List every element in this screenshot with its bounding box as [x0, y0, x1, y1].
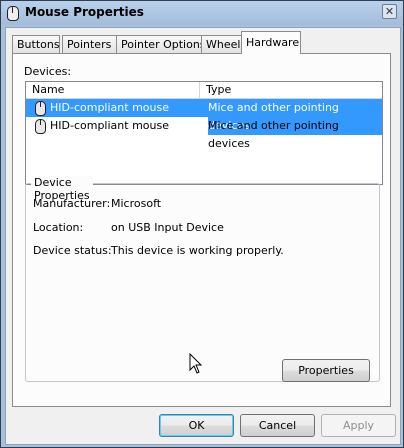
tab-wheel[interactable]: Wheel: [201, 35, 243, 53]
tab-pointers[interactable]: Pointers: [62, 35, 117, 53]
tab-buttons[interactable]: Buttons: [12, 35, 60, 53]
manufacturer-label: Manufacturer:: [33, 197, 111, 210]
device-row[interactable]: HID-compliant mouse Mice and other point…: [26, 99, 382, 135]
device-type: Mice and other pointing devices: [208, 119, 339, 150]
device-name: HID-compliant mouse: [50, 101, 169, 114]
tab-hardware[interactable]: Hardware: [241, 31, 301, 54]
device-status-value: This device is working properly.: [111, 244, 284, 257]
device-name: HID-compliant mouse: [50, 119, 169, 132]
apply-button[interactable]: Apply: [321, 414, 396, 437]
column-header-name[interactable]: Name: [26, 82, 200, 98]
window-title: Mouse Properties: [25, 5, 144, 19]
location-value: on USB Input Device: [111, 221, 224, 234]
mouse-icon: [7, 6, 19, 21]
tab-pointer-options[interactable]: Pointer Options: [116, 35, 206, 53]
manufacturer-value: Microsoft: [111, 197, 162, 210]
ok-button[interactable]: OK: [159, 414, 234, 437]
mouse-icon: [35, 101, 46, 116]
properties-button[interactable]: Properties: [282, 359, 370, 382]
devices-label: Devices:: [24, 65, 72, 78]
cancel-button[interactable]: Cancel: [240, 414, 315, 437]
mouse-icon: [35, 119, 46, 134]
mouse-pointer-icon: [189, 353, 203, 374]
close-button[interactable]: ✕: [382, 4, 397, 19]
device-row[interactable]: HID-compliant mouse Mice and other point…: [26, 117, 382, 150]
mouse-properties-window: Mouse Properties ✕ Buttons Pointers Poin…: [0, 0, 404, 448]
column-header-type[interactable]: Type: [200, 82, 382, 98]
devices-list[interactable]: Name Type HID-compliant mouse Mice and o…: [25, 81, 383, 185]
device-status-label: Device status:: [33, 244, 112, 257]
location-label: Location:: [33, 221, 84, 234]
title-bar[interactable]: Mouse Properties ✕: [1, 1, 403, 25]
list-header: Name Type: [26, 82, 382, 99]
